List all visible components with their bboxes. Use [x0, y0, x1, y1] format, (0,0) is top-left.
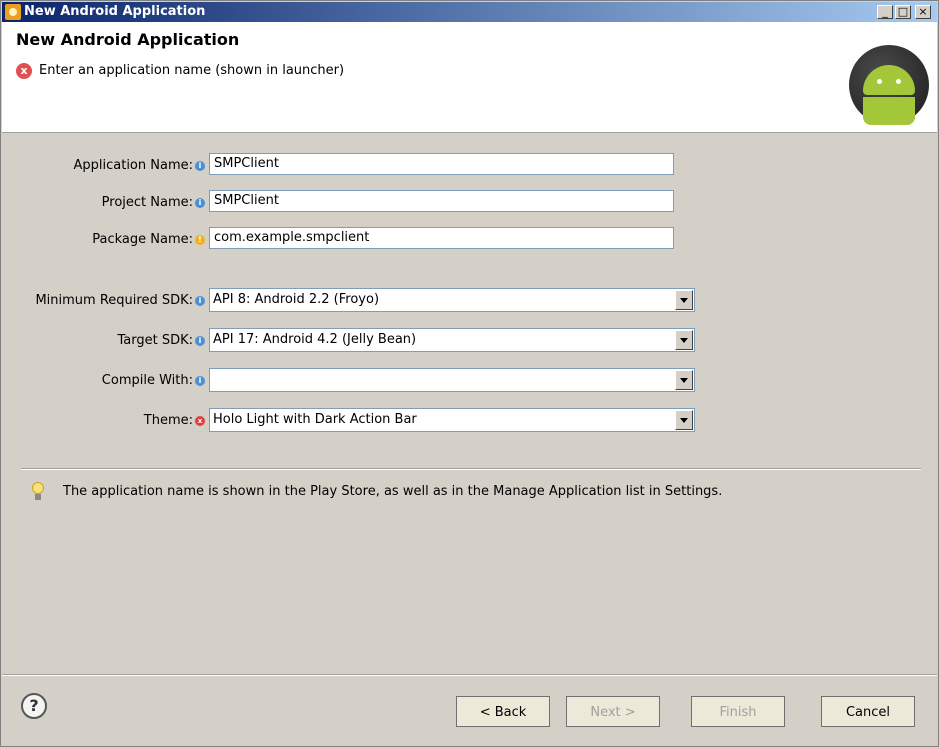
compile-with-select[interactable] [209, 368, 695, 392]
chevron-down-icon[interactable] [675, 410, 693, 430]
info-icon: i [195, 161, 205, 171]
page-title: New Android Application [16, 30, 240, 49]
minimize-button[interactable]: _ [877, 5, 893, 19]
error-icon: x [16, 63, 32, 79]
chevron-down-icon[interactable] [675, 290, 693, 310]
android-logo-icon [849, 45, 929, 125]
next-button[interactable]: Next > [566, 696, 660, 727]
finish-button[interactable]: Finish [691, 696, 785, 727]
chevron-down-icon[interactable] [675, 330, 693, 350]
close-button[interactable]: × [915, 5, 931, 19]
dialog-window: New Android Application _ □ × New Androi… [0, 0, 939, 747]
error-message: Enter an application name (shown in laun… [39, 63, 345, 78]
target-sdk-select[interactable]: API 17: Android 4.2 (Jelly Bean) [209, 328, 695, 352]
info-icon: i [195, 336, 205, 346]
warning-icon: ! [195, 235, 205, 245]
min-sdk-select[interactable]: API 8: Android 2.2 (Froyo) [209, 288, 695, 312]
maximize-button[interactable]: □ [895, 5, 911, 19]
application-name-label: Application Name: [73, 158, 193, 173]
info-icon: i [195, 296, 205, 306]
cancel-button[interactable]: Cancel [821, 696, 915, 727]
chevron-down-icon[interactable] [675, 370, 693, 390]
application-name-input[interactable]: SMPClient [209, 153, 674, 175]
min-sdk-label: Minimum Required SDK: [35, 293, 193, 308]
title-bar[interactable]: New Android Application _ □ × [2, 2, 937, 22]
back-button[interactable]: < Back [456, 696, 550, 727]
help-icon[interactable]: ? [21, 693, 47, 719]
lightbulb-icon [32, 482, 44, 502]
separator [21, 468, 921, 470]
theme-value: Holo Light with Dark Action Bar [213, 412, 417, 427]
min-sdk-value: API 8: Android 2.2 (Froyo) [213, 292, 380, 307]
window-title: New Android Application [24, 4, 206, 19]
target-sdk-label: Target SDK: [117, 333, 193, 348]
theme-label: Theme: [143, 413, 193, 428]
error-icon: x [195, 416, 205, 426]
compile-with-label: Compile With: [101, 373, 193, 388]
package-name-label: Package Name: [92, 232, 193, 247]
info-icon: i [195, 376, 205, 386]
package-name-input[interactable]: com.example.smpclient [209, 227, 674, 249]
hint-text: The application name is shown in the Pla… [63, 484, 723, 499]
project-name-input[interactable]: SMPClient [209, 190, 674, 212]
info-icon: i [195, 198, 205, 208]
target-sdk-value: API 17: Android 4.2 (Jelly Bean) [213, 332, 417, 347]
theme-select[interactable]: Holo Light with Dark Action Bar [209, 408, 695, 432]
project-name-label: Project Name: [101, 195, 193, 210]
footer-separator [2, 674, 937, 676]
app-window-icon [5, 4, 21, 20]
